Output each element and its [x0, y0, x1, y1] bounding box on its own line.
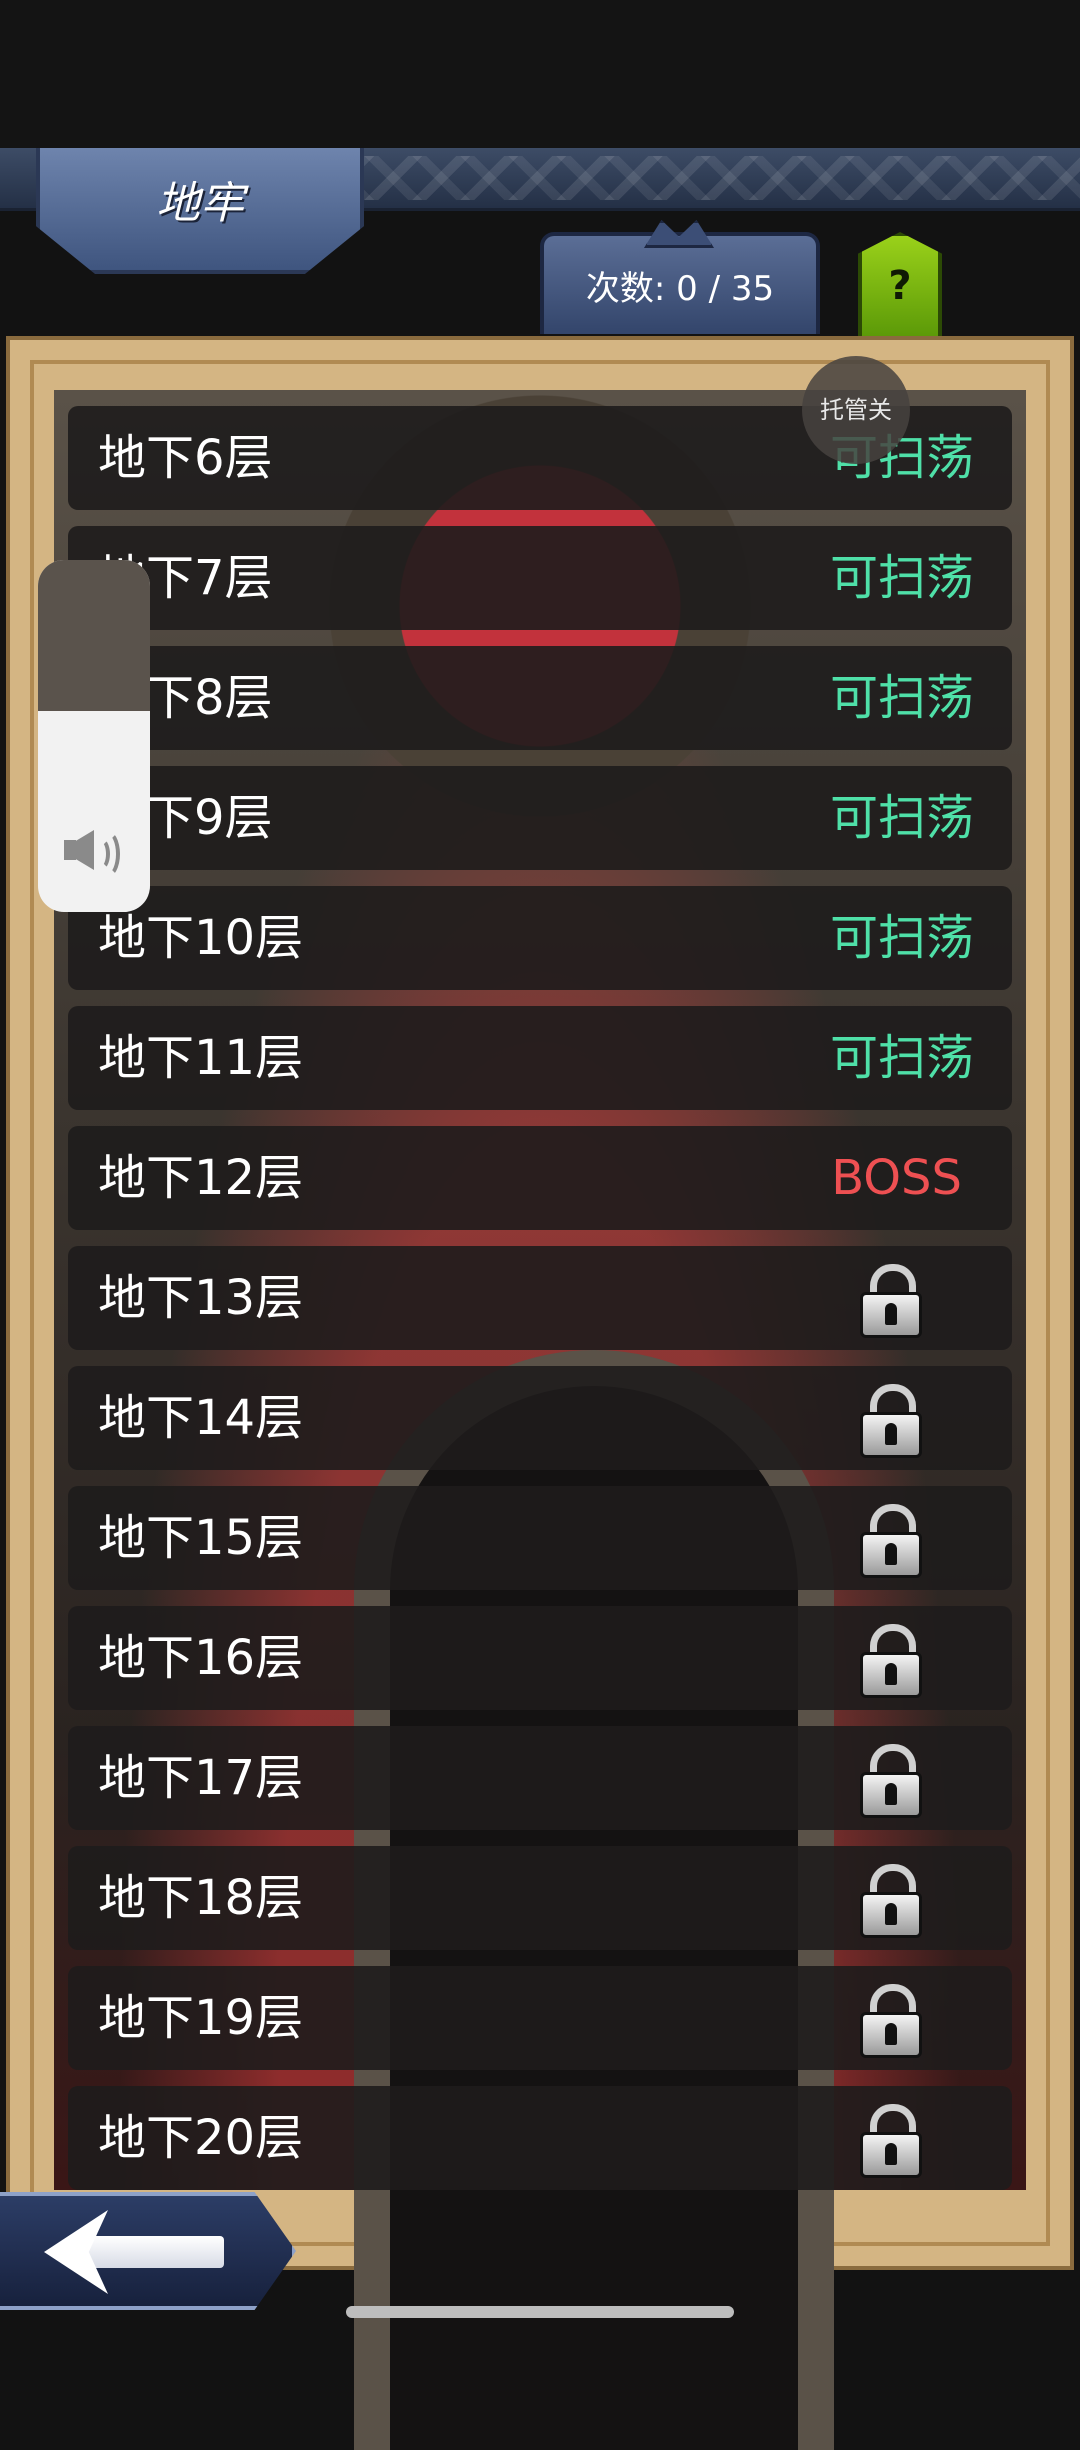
floor-row[interactable]: 地下17层 [68, 1726, 1012, 1830]
floor-row[interactable]: 地下9层 可扫荡 [68, 766, 1012, 870]
lock-icon [860, 1744, 922, 1818]
status-bar-area [0, 0, 1080, 148]
floor-row[interactable]: 地下13层 [68, 1246, 1012, 1350]
help-button[interactable]: ? [858, 232, 942, 340]
lock-icon [860, 1864, 922, 1938]
floor-label: 地下6层 [98, 430, 273, 486]
floor-row[interactable]: 地下10层 可扫荡 [68, 886, 1012, 990]
page-title: 地牢 [156, 178, 244, 229]
floor-row[interactable]: 地下15层 [68, 1486, 1012, 1590]
floor-label: 地下11层 [98, 1030, 304, 1086]
lock-icon [860, 1504, 922, 1578]
floor-row[interactable]: 地下16层 [68, 1606, 1012, 1710]
floor-list: 地下6层 可扫荡 地下7层 可扫荡 地下8层 可扫荡 地下9层 可扫荡 地下10层 可扫荡 地下11… [68, 406, 1012, 2206]
speaker-icon [64, 828, 124, 878]
floor-row[interactable]: 地下8层 可扫荡 [68, 646, 1012, 750]
floor-label: 地下20层 [98, 2110, 304, 2166]
floor-label: 地下14层 [98, 1390, 304, 1446]
trustee-toggle-button[interactable]: 托管关 [802, 356, 910, 464]
lock-icon [860, 2104, 922, 2178]
floor-row[interactable]: 地下19层 [68, 1966, 1012, 2070]
sweep-status: 可扫荡 [829, 790, 974, 846]
lock-icon [860, 1624, 922, 1698]
sweep-status: 可扫荡 [829, 670, 974, 726]
floor-row[interactable]: 地下7层 可扫荡 [68, 526, 1012, 630]
sweep-status: 可扫荡 [829, 910, 974, 966]
floor-label: 地下19层 [98, 1990, 304, 2046]
lock-icon [860, 1384, 922, 1458]
floor-label: 地下16层 [98, 1630, 304, 1686]
title-tab: 地牢 [36, 148, 364, 274]
lock-icon [860, 1264, 922, 1338]
floor-row[interactable]: 地下14层 [68, 1366, 1012, 1470]
boss-status: BOSS [831, 1150, 962, 1206]
attempt-count-badge: 次数: 0 / 35 [540, 232, 820, 334]
sweep-status: 可扫荡 [829, 550, 974, 606]
floor-label: 地下13层 [98, 1270, 304, 1326]
floor-row[interactable]: 地下18层 [68, 1846, 1012, 1950]
lock-icon [860, 1984, 922, 2058]
floor-label: 地下17层 [98, 1750, 304, 1806]
back-button[interactable] [0, 2192, 296, 2310]
floor-row[interactable]: 地下11层 可扫荡 [68, 1006, 1012, 1110]
floor-label: 地下18层 [98, 1870, 304, 1926]
floor-row[interactable]: 地下20层 [68, 2086, 1012, 2190]
floor-row[interactable]: 地下12层 BOSS [68, 1126, 1012, 1230]
home-indicator[interactable] [346, 2306, 734, 2318]
floor-label: 地下12层 [98, 1150, 304, 1206]
floor-label: 地下15层 [98, 1510, 304, 1566]
volume-slider[interactable] [38, 560, 150, 912]
sweep-status: 可扫荡 [829, 1030, 974, 1086]
